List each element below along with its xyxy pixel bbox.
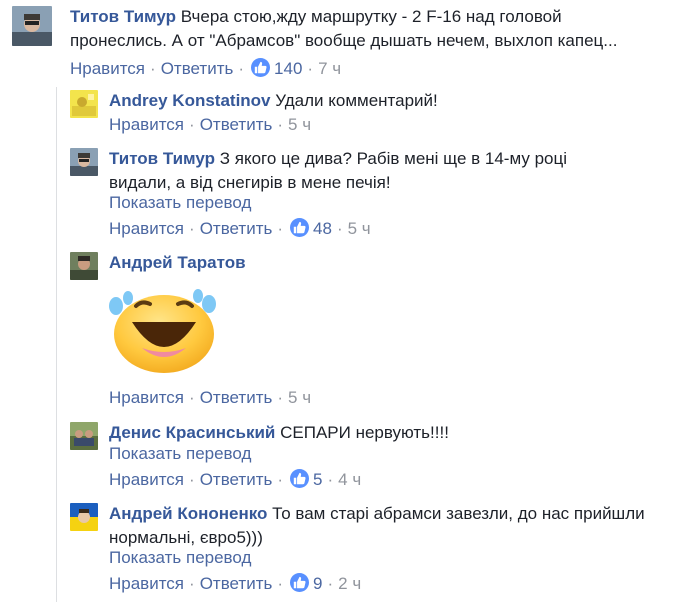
like-reaction-icon[interactable] xyxy=(290,469,310,488)
like-reaction-icon[interactable] xyxy=(290,573,310,592)
avatar[interactable] xyxy=(70,503,98,531)
comment-text: Удали комментарий! xyxy=(275,91,438,110)
comment-text: СЕПАРИ нервують!!!! xyxy=(280,423,449,442)
reply-link[interactable]: Ответить xyxy=(161,59,234,78)
timestamp[interactable]: 7 ч xyxy=(318,59,341,78)
timestamp[interactable]: 4 ч xyxy=(338,470,361,489)
like-reaction-icon[interactable] xyxy=(290,218,310,237)
timestamp[interactable]: 5 ч xyxy=(288,388,311,407)
avatar[interactable] xyxy=(12,6,52,46)
reply-link[interactable]: Ответить xyxy=(200,388,273,407)
reply-thread-line xyxy=(56,87,57,602)
comment-author[interactable]: Титов Тимур xyxy=(109,149,215,168)
avatar[interactable] xyxy=(70,90,98,118)
like-count[interactable]: 5 xyxy=(313,470,322,489)
comment-author[interactable]: Andrey Konstatinov xyxy=(109,91,271,110)
timestamp[interactable]: 2 ч xyxy=(338,574,361,593)
like-count[interactable]: 9 xyxy=(313,574,322,593)
avatar[interactable] xyxy=(70,148,98,176)
avatar[interactable] xyxy=(70,422,98,450)
timestamp[interactable]: 5 ч xyxy=(288,115,311,134)
reply-link[interactable]: Ответить xyxy=(200,219,273,238)
avatar[interactable] xyxy=(70,252,98,280)
comment-author[interactable]: Андрей Таратов xyxy=(109,253,246,272)
like-link[interactable]: Нравится xyxy=(70,59,145,78)
reply-link[interactable]: Ответить xyxy=(200,574,273,593)
comment-author[interactable]: Титов Тимур xyxy=(70,7,176,26)
show-translation-link[interactable]: Показать перевод xyxy=(109,442,251,466)
like-link[interactable]: Нравится xyxy=(109,219,184,238)
comment-author[interactable]: Денис Красинський xyxy=(109,423,275,442)
like-link[interactable]: Нравится xyxy=(109,470,184,489)
reply-link[interactable]: Ответить xyxy=(200,115,273,134)
like-count[interactable]: 48 xyxy=(313,219,332,238)
laughing-tears-sticker[interactable] xyxy=(104,286,222,374)
like-link[interactable]: Нравится xyxy=(109,574,184,593)
reply-link[interactable]: Ответить xyxy=(200,470,273,489)
show-translation-link[interactable]: Показать перевод xyxy=(109,546,251,570)
like-link[interactable]: Нравится xyxy=(109,388,184,407)
like-count[interactable]: 140 xyxy=(274,59,302,78)
timestamp[interactable]: 5 ч xyxy=(348,219,371,238)
show-translation-link[interactable]: Показать перевод xyxy=(109,191,251,215)
like-link[interactable]: Нравится xyxy=(109,115,184,134)
like-reaction-icon[interactable] xyxy=(251,58,271,77)
comment-author[interactable]: Андрей Кононенко xyxy=(109,504,267,523)
